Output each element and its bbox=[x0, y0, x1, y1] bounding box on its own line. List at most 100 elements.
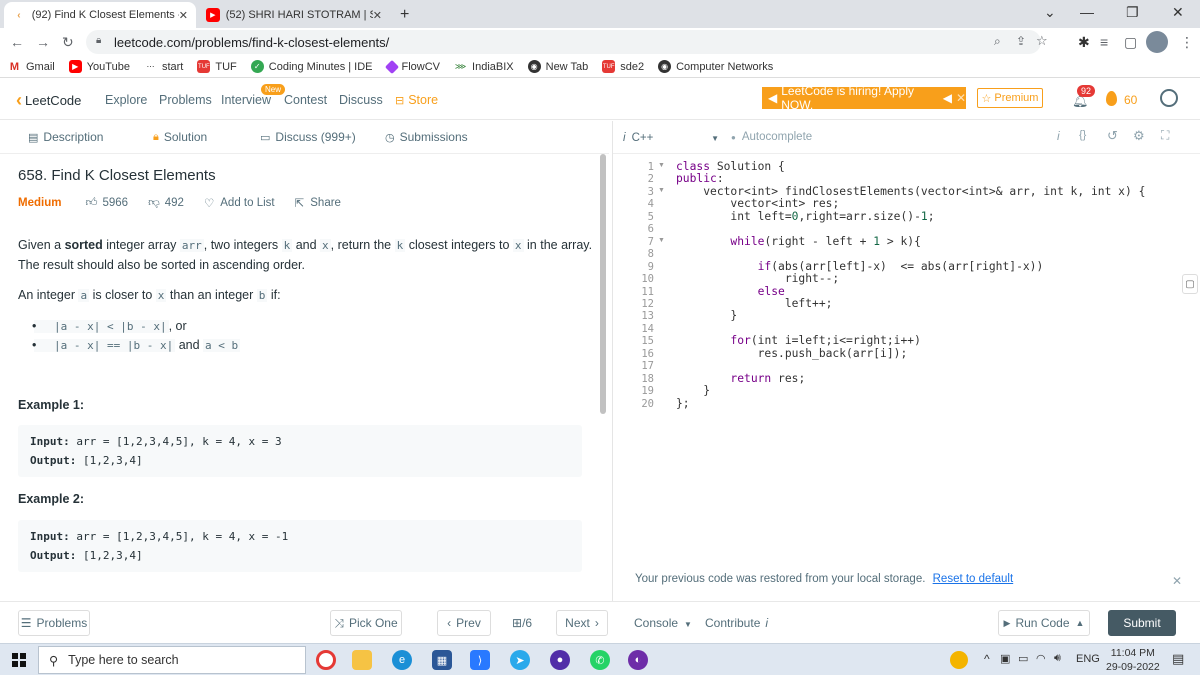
reading-list-icon[interactable]: ≡ bbox=[1100, 34, 1108, 50]
zoom-icon[interactable]: ⌕ bbox=[994, 34, 1001, 49]
hiring-banner[interactable]: ◀ LeetCode is hiring! Apply NOW. ◀ ✕ bbox=[762, 84, 966, 112]
nav-problems[interactable]: Problems bbox=[159, 93, 212, 107]
reset-to-default-link[interactable]: Reset to default bbox=[933, 573, 1014, 585]
menu-kebab-icon[interactable]: ⋮ bbox=[1180, 34, 1194, 51]
nav-discuss[interactable]: Discuss bbox=[339, 93, 383, 107]
braces-icon[interactable]: {} bbox=[1079, 129, 1086, 141]
user-avatar-icon[interactable] bbox=[1160, 89, 1178, 107]
autocomplete-toggle[interactable]: ● Autocomplete bbox=[731, 131, 812, 143]
fold-arrow-icon[interactable]: ▼ bbox=[658, 187, 665, 194]
vscode-icon[interactable]: ⟩ bbox=[470, 650, 490, 670]
contribute-button[interactable]: Contribute i bbox=[705, 616, 768, 630]
close-message-icon[interactable]: ✕ bbox=[1172, 574, 1182, 588]
notifications-icon[interactable]: ▤ bbox=[1172, 651, 1184, 667]
grid-icon: ⊞ bbox=[512, 616, 523, 630]
megaphone-icon: ◀ bbox=[942, 91, 952, 105]
premium-button[interactable]: ☆ Premium bbox=[977, 88, 1043, 108]
edge-icon[interactable]: e bbox=[392, 650, 412, 670]
whatsapp-icon[interactable]: ✆ bbox=[590, 650, 610, 670]
tab-discuss[interactable]: ▭ Discuss (999+) bbox=[260, 130, 356, 144]
reset-icon[interactable]: ↺ bbox=[1107, 128, 1118, 144]
forward-arrow-icon[interactable]: → bbox=[36, 34, 50, 50]
bookmark-gmail[interactable]: M Gmail bbox=[8, 60, 55, 73]
nav-explore[interactable]: Explore bbox=[105, 93, 147, 107]
bookmark-sde2[interactable]: TUF sde2 bbox=[602, 60, 644, 73]
bookmark-star-icon[interactable]: ☆ bbox=[1036, 33, 1048, 49]
language-select[interactable]: i C++ ▼ bbox=[623, 127, 719, 149]
coins-count[interactable]: 60 bbox=[1124, 93, 1137, 107]
next-button[interactable]: Next › bbox=[556, 610, 608, 636]
example-1-box: Input: arr = [1,2,3,4,5], k = 4, x = 3 O… bbox=[18, 425, 582, 477]
prev-button[interactable]: ‹ Prev bbox=[437, 610, 491, 636]
browser-tab-youtube[interactable]: ▶ (52) SHRI HARI STOTRAM | Satur ✕ bbox=[198, 2, 390, 28]
speaker-icon[interactable]: 🔊︎ bbox=[1054, 652, 1061, 665]
sidepanel-icon[interactable]: ▢ bbox=[1124, 34, 1137, 51]
profile-avatar[interactable] bbox=[1146, 31, 1168, 53]
bookmark-youtube[interactable]: ▶ YouTube bbox=[68, 60, 130, 73]
bookmark-new-tab[interactable]: ◉ New Tab bbox=[527, 60, 588, 73]
bookmark-start[interactable]: ⋯ start bbox=[143, 60, 183, 73]
bookmark-flowcv[interactable]: FlowCV bbox=[384, 59, 440, 74]
nav-contest[interactable]: Contest bbox=[284, 93, 327, 107]
side-tab-icon[interactable]: ▢ bbox=[1182, 274, 1198, 294]
minimize-icon[interactable]: — bbox=[1080, 4, 1094, 20]
wifi-icon[interactable]: ◠ bbox=[1036, 652, 1046, 665]
description-line-1: Given a sorted integer array arr, two in… bbox=[18, 238, 593, 252]
windows-start-icon[interactable] bbox=[12, 653, 26, 667]
github-desktop-icon[interactable]: ◐ bbox=[628, 650, 648, 670]
bookmark-tuf[interactable]: TUF TUF bbox=[197, 60, 237, 73]
reload-icon[interactable]: ↻ bbox=[62, 34, 74, 51]
tab-solution[interactable]: 🔒︎ Solution bbox=[153, 130, 207, 144]
bookmark-coding-minutes[interactable]: ✓ Coding Minutes | IDE bbox=[250, 60, 373, 73]
tab-submissions[interactable]: ◷ Submissions bbox=[385, 130, 468, 144]
restore-icon[interactable]: ❐ bbox=[1126, 4, 1139, 21]
submit-button[interactable]: Submit bbox=[1108, 610, 1176, 636]
share-button[interactable]: Share bbox=[310, 197, 341, 209]
tray-up-icon[interactable]: ^ bbox=[984, 652, 990, 666]
bookmark-indiabix[interactable]: ⋙ IndiaBIX bbox=[454, 60, 514, 73]
line-number: 2 bbox=[647, 173, 654, 186]
bookmark-computer-networks[interactable]: ◉ Computer Networks bbox=[658, 60, 773, 73]
nav-store[interactable]: ⊟ Store bbox=[395, 93, 438, 107]
leetcode-logo[interactable]: ‹ LeetCode bbox=[16, 90, 81, 111]
settings-gear-icon[interactable]: ⚙ bbox=[1133, 128, 1145, 144]
console-toggle[interactable]: Console ▼ bbox=[634, 616, 692, 630]
close-tab-icon[interactable]: ✕ bbox=[179, 9, 188, 22]
tab-description[interactable]: ▤ Description bbox=[28, 130, 103, 144]
photos-icon[interactable]: ▦ bbox=[432, 650, 452, 670]
weather-icon[interactable] bbox=[950, 651, 968, 669]
battery-icon[interactable]: ▭ bbox=[1018, 652, 1028, 665]
tab-title: (52) SHRI HARI STOTRAM | Satur bbox=[225, 9, 373, 21]
tray-app-icon[interactable]: ▣ bbox=[1000, 652, 1010, 665]
problems-list-button[interactable]: ☰ Problems bbox=[18, 610, 90, 636]
nav-interview[interactable]: Interview bbox=[221, 93, 271, 107]
back-arrow-icon[interactable]: ← bbox=[10, 34, 24, 50]
thumbs-up-icon[interactable]: 👍︎ bbox=[85, 196, 97, 210]
url-field[interactable]: 🔒︎ leetcode.com/problems/find-k-closest-… bbox=[86, 30, 1048, 54]
telegram-icon[interactable]: ➤ bbox=[510, 650, 530, 670]
fold-arrow-icon[interactable]: ▼ bbox=[658, 162, 665, 169]
pick-one-button[interactable]: ⤨ Pick One bbox=[330, 610, 402, 636]
file-explorer-icon[interactable] bbox=[352, 650, 372, 670]
thumbs-down-icon[interactable]: 👎︎ bbox=[148, 196, 160, 210]
add-to-list-button[interactable]: Add to List bbox=[220, 197, 274, 209]
new-tab-button[interactable]: + bbox=[392, 2, 416, 28]
run-code-button[interactable]: ▶ Run Code ▲ bbox=[998, 610, 1090, 636]
eclipse-icon[interactable]: ● bbox=[550, 650, 570, 670]
description-scrollbar[interactable] bbox=[600, 154, 606, 414]
share-icon[interactable]: ⇪ bbox=[1016, 34, 1026, 48]
browser-tab-leetcode[interactable]: ‹ (92) Find K Closest Elements - Le ✕ bbox=[4, 2, 196, 28]
tab-search-icon[interactable]: ⌄ bbox=[1044, 4, 1056, 21]
close-banner-icon[interactable]: ✕ bbox=[956, 91, 966, 105]
chrome-taskbar-icon[interactable] bbox=[316, 650, 336, 670]
taskbar-search-box[interactable]: ⚲ Type here to search bbox=[38, 646, 306, 674]
close-tab-icon[interactable]: ✕ bbox=[373, 9, 382, 22]
bookmarks-bar: M Gmail ▶ YouTube ⋯ start TUF TUF ✓ Coding Mi… bbox=[0, 56, 1200, 78]
language-indicator[interactable]: ENG bbox=[1076, 653, 1100, 665]
close-window-icon[interactable]: ✕ bbox=[1172, 4, 1184, 21]
fold-arrow-icon[interactable]: ▼ bbox=[658, 237, 665, 244]
clock[interactable]: 11:04 PM 29-09-2022 bbox=[1106, 646, 1160, 674]
info-icon[interactable]: i bbox=[1057, 129, 1060, 143]
fullscreen-icon[interactable]: ⛶ bbox=[1161, 128, 1169, 143]
extension-icon[interactable]: ✱ bbox=[1078, 34, 1090, 51]
